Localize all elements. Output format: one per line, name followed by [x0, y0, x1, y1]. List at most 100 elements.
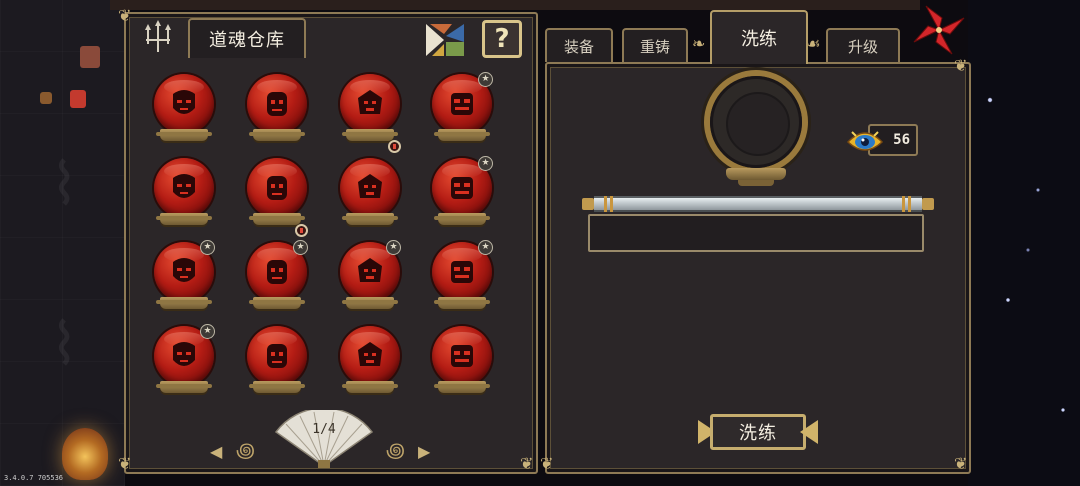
soul-orb-stand	[156, 381, 212, 393]
background-glyph: ⌇	[50, 150, 79, 218]
soul-face-icon	[451, 177, 473, 199]
tab-recast[interactable]: 重铸	[622, 28, 688, 62]
eye-gem-icon	[846, 131, 884, 151]
corner-ornament: ❦	[118, 454, 132, 473]
soul-orb-item[interactable]	[245, 74, 311, 146]
soul-orb-stand	[249, 297, 305, 309]
tab-equip[interactable]: 装备	[545, 28, 613, 62]
soul-orb-stand	[342, 297, 398, 309]
soul-orb-stand	[342, 213, 398, 225]
soul-orb-item[interactable]	[152, 158, 218, 230]
soul-face-icon	[267, 92, 287, 116]
soul-orb-item[interactable]: ★	[245, 240, 311, 314]
version-label: 3.4.0.7 705536	[4, 474, 64, 482]
soul-face-icon	[451, 93, 473, 115]
scroll-rod	[594, 196, 922, 212]
soul-face-icon	[358, 90, 382, 114]
trident-icon	[145, 20, 171, 52]
scroll-rod-band	[604, 196, 607, 212]
tab-ornament: ☙	[806, 34, 821, 53]
soul-orb-item[interactable]: ★	[152, 324, 218, 398]
soul-face-icon	[173, 174, 195, 198]
soul-orb-item[interactable]	[245, 326, 311, 398]
attribute-display	[588, 214, 924, 252]
soul-face-icon	[173, 90, 195, 114]
tangram-button[interactable]	[424, 22, 466, 58]
socket-stand-feet	[738, 180, 774, 186]
star-badge-icon: ★	[478, 156, 493, 171]
soul-face-icon	[358, 342, 382, 366]
scroll-rod-band	[902, 196, 905, 212]
npc-sprite	[40, 92, 52, 104]
corner-ornament: ❦	[118, 6, 132, 25]
soul-face-icon	[267, 176, 287, 200]
tab-upgrade[interactable]: 升级	[826, 28, 900, 62]
soul-orb-stand	[249, 213, 305, 225]
soul-orb-stand	[434, 213, 490, 225]
background-starfield	[968, 0, 1080, 486]
refine-button[interactable]: 洗练	[694, 412, 822, 452]
background-scene-top	[110, 0, 920, 10]
soul-face-icon	[173, 258, 195, 282]
soul-orb-stand	[434, 297, 490, 309]
star-badge-icon: ★	[200, 324, 215, 339]
soul-orb-item[interactable]: ★	[430, 156, 496, 230]
soul-orb-stand	[156, 213, 212, 225]
soul-orb-stand	[434, 129, 490, 141]
next-page-icon[interactable]: ▶	[418, 442, 430, 461]
tab-refine[interactable]: 洗练	[710, 10, 808, 64]
npc-sprite	[70, 90, 86, 108]
soul-orb-stand	[249, 129, 305, 141]
soul-face-icon	[173, 342, 195, 366]
cloud-ornament: ꩜	[236, 438, 255, 462]
soul-face-icon	[358, 174, 382, 198]
cloud-ornament: ꩜	[386, 438, 405, 462]
scroll-rod-cap	[922, 198, 934, 210]
scroll-rod-band	[610, 196, 613, 212]
soul-face-icon	[451, 261, 473, 283]
soul-orb-item[interactable]	[338, 158, 404, 230]
soul-face-icon	[358, 258, 382, 282]
soul-orb-item[interactable]	[430, 326, 496, 398]
help-button[interactable]: ?	[482, 20, 522, 58]
new-item-badge-icon	[295, 224, 308, 237]
star-badge-icon: ★	[293, 240, 308, 255]
page-indicator: 1/4	[312, 422, 336, 437]
soul-orb-item[interactable]	[245, 158, 311, 237]
soul-orb-item[interactable]	[152, 74, 218, 146]
soul-orb-item[interactable]: ★	[430, 72, 496, 146]
soul-orb-item[interactable]	[338, 326, 404, 398]
corner-ornament: ❦	[520, 454, 534, 473]
storage-title: 道魂仓库	[188, 18, 306, 58]
corner-ornament: ❦	[954, 56, 968, 75]
soul-orb-stand	[249, 381, 305, 393]
npc-sprite	[80, 46, 100, 68]
lantern-icon	[62, 428, 108, 480]
soul-orb-stand	[342, 381, 398, 393]
tab-ornament: ❧	[692, 34, 706, 53]
soul-socket-slot[interactable]	[726, 92, 790, 156]
corner-ornament: ❦	[540, 454, 554, 473]
soul-orb-item[interactable]: ★	[152, 240, 218, 314]
prev-page-icon[interactable]: ◀	[210, 442, 222, 461]
soul-orb-item[interactable]: ★	[338, 240, 404, 314]
soul-orb-stand	[156, 297, 212, 309]
star-badge-icon: ★	[200, 240, 215, 255]
scroll-rod-band	[908, 196, 911, 212]
star-badge-icon: ★	[478, 240, 493, 255]
soul-orb-item[interactable]	[338, 74, 404, 153]
new-item-badge-icon	[388, 140, 401, 153]
scroll-rod-cap	[582, 198, 594, 210]
background-glyph: ⌇	[50, 310, 79, 378]
soul-orb-stand	[434, 381, 490, 393]
soul-face-icon	[267, 344, 287, 368]
fan-page-indicator	[274, 410, 374, 468]
soul-orb-item[interactable]: ★	[430, 240, 496, 314]
soul-face-icon	[267, 260, 287, 284]
pinwheel-icon[interactable]	[912, 4, 966, 56]
soul-orb-stand	[342, 129, 398, 141]
corner-ornament: ❦	[954, 454, 968, 473]
refine-button-label: 洗练	[710, 414, 806, 450]
star-badge-icon: ★	[386, 240, 401, 255]
soul-face-icon	[451, 345, 473, 367]
